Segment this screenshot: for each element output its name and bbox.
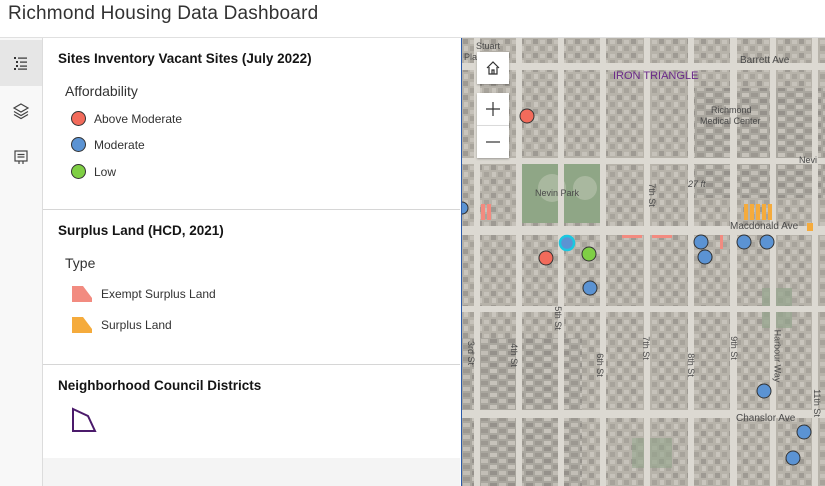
map-label-richmond: Richmond	[711, 105, 752, 115]
app-title: Richmond Housing Data Dashboard	[8, 3, 319, 24]
legend-item-label: Exempt Surplus Land	[101, 287, 216, 301]
surplus-legend-title: Surplus Land (HCD, 2021)	[58, 223, 224, 238]
app-header: Richmond Housing Data Dashboard	[0, 0, 825, 38]
legend-item-label: Low	[94, 164, 117, 179]
legend-list-icon	[14, 57, 27, 70]
surplus-polygon-swatch	[72, 317, 92, 333]
map-label-11th-st: 11th St	[811, 389, 822, 417]
info-panel-icon	[14, 150, 28, 164]
map-label-medical-center: Medical Center	[700, 116, 761, 126]
districts-legend-title: Neighborhood Council Districts	[58, 378, 262, 393]
legend-panel: Sites Inventory Vacant Sites (July 2022)…	[43, 38, 460, 486]
affordability-label: Affordability	[65, 83, 138, 99]
map-label-elevation: 27 ft	[688, 179, 706, 189]
zoom-in-button[interactable]	[477, 93, 509, 126]
legend-item-label: Moderate	[94, 137, 145, 152]
map-label-stuart: Stuart	[476, 41, 501, 51]
layers-tab-button[interactable]	[0, 88, 42, 134]
map-label-chanslor: Chanslor Ave	[736, 413, 796, 424]
map-label-macdonald: Macdonald Ave	[730, 221, 799, 232]
legend-item-label: Above Moderate	[94, 111, 183, 126]
side-rail	[0, 38, 43, 486]
districts-legend-section: Neighborhood Council Districts	[43, 365, 460, 458]
map-label-4th-st: 4th St	[508, 343, 519, 367]
map-label-7th-st-north: 7th St	[646, 183, 657, 207]
legend-item-exempt-surplus: Exempt Surplus Land	[71, 284, 216, 304]
zoom-out-button[interactable]	[477, 126, 509, 158]
map-label-harbour-way: Harbour Way	[772, 329, 783, 383]
map-label-8th-st: 8th St	[685, 353, 696, 377]
type-label: Type	[65, 255, 96, 271]
plus-icon	[486, 102, 500, 116]
sites-legend-section: Sites Inventory Vacant Sites (July 2022)…	[43, 38, 460, 210]
legend-item-moderate: Moderate	[71, 137, 145, 152]
minus-icon	[486, 141, 500, 143]
legend-item-above-moderate: Above Moderate	[71, 111, 182, 126]
legend-item-label: Surplus Land	[101, 318, 172, 332]
sites-legend-title: Sites Inventory Vacant Sites (July 2022)	[58, 51, 312, 66]
layers-icon	[12, 103, 30, 120]
map-view[interactable]: Stuart Pla IRON TRIANGLE Barrett Ave Ric…	[461, 38, 825, 486]
home-button[interactable]	[477, 52, 509, 84]
district-outline-swatch	[72, 407, 97, 432]
map-label-nevin-park: Nevin Park	[535, 188, 580, 198]
map-label-pla: Pla	[464, 52, 478, 62]
green-dot-swatch	[71, 164, 86, 179]
map-label-3rd-st: 3rd St	[466, 340, 477, 366]
blue-dot-swatch	[71, 137, 86, 152]
red-dot-swatch	[71, 111, 86, 126]
map-label-5th-st: 5th St	[552, 306, 563, 330]
map-label-7th-st-south: 7th St	[640, 336, 651, 360]
surplus-legend-section: Surplus Land (HCD, 2021) Type Exempt Sur…	[43, 210, 460, 365]
legend-item-low: Low	[71, 164, 116, 179]
home-icon	[486, 61, 500, 75]
info-tab-button[interactable]	[0, 134, 42, 180]
map-label-iron-triangle: IRON TRIANGLE	[613, 70, 699, 82]
legend-tab-button[interactable]	[0, 40, 42, 86]
legend-item-surplus-land: Surplus Land	[71, 315, 172, 335]
map-label-9th-st: 9th St	[728, 336, 739, 360]
map-label-nevin: Nevi	[799, 155, 818, 165]
map-label-barrett: Barrett Ave	[740, 55, 790, 66]
exempt-polygon-swatch	[72, 286, 92, 302]
map-label-6th-st: 6th St	[594, 353, 605, 377]
